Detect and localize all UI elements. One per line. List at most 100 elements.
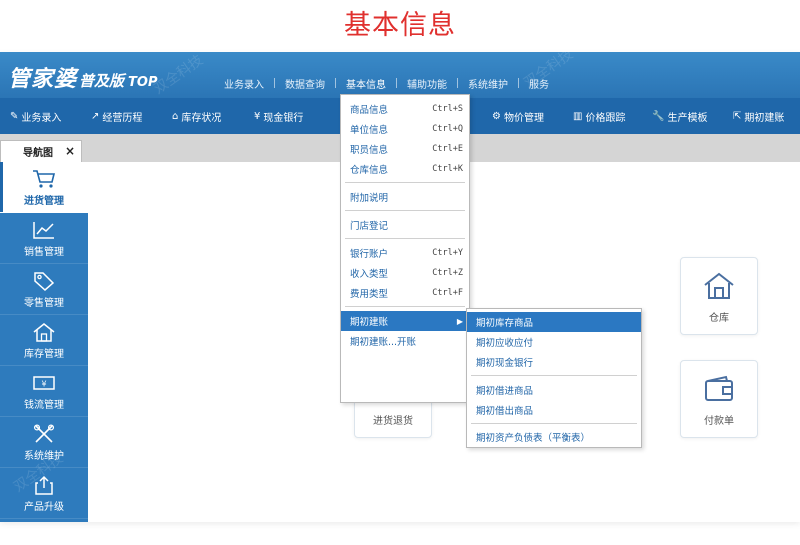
- close-icon[interactable]: ×: [65, 144, 75, 158]
- submenu-item-borrowed-in[interactable]: 期初借进商品: [467, 380, 641, 400]
- brand-logo: 管家婆 普及版 TOP: [8, 61, 157, 93]
- shortcut-label: Ctrl+E: [432, 144, 463, 154]
- yen-icon: ¥: [254, 111, 261, 122]
- menu-item-product-info[interactable]: 商品信息 Ctrl+S: [341, 99, 469, 119]
- line-chart-icon: [31, 219, 57, 241]
- watermark: 双全科技: [151, 52, 207, 98]
- menu-item-label: 商品信息: [350, 105, 389, 116]
- menu-item-additional-notes[interactable]: 附加说明: [341, 187, 469, 207]
- home-icon: ⌂: [172, 111, 179, 122]
- sidebar-item-label: 库存管理: [24, 348, 64, 360]
- sidebar-item-purchase[interactable]: 进货管理: [0, 162, 88, 213]
- menu-item-opening-accounts[interactable]: 期初建账 ▶: [341, 311, 469, 331]
- sidebar-item-inventory[interactable]: 库存管理: [0, 315, 88, 366]
- menu-item-label: 职员信息: [350, 145, 389, 156]
- brand-edition: 普及版: [79, 72, 125, 90]
- card-label: 进货退货: [373, 415, 413, 427]
- house-icon: [31, 321, 57, 343]
- shortcut-label: Ctrl+Z: [432, 268, 463, 278]
- toolbar-label: 生产模板: [667, 113, 708, 124]
- toolbar-production-template[interactable]: 🔧 生产模板: [652, 109, 707, 124]
- menu-item-label: 单位信息: [350, 125, 389, 136]
- toolbar-label: 期初建账: [744, 113, 785, 124]
- sidebar-item-label: 系统维护: [24, 450, 64, 462]
- shortcut-label: Ctrl+S: [432, 104, 463, 114]
- card-payment-voucher[interactable]: 付款单: [680, 360, 758, 438]
- banknote-icon: ¥: [31, 372, 57, 394]
- sidebar-item-upgrade[interactable]: 产品升级: [0, 468, 88, 519]
- menu-item-warehouse-info[interactable]: 仓库信息 Ctrl+K: [341, 159, 469, 179]
- submenu-item-opening-cash-bank[interactable]: 期初现金银行: [467, 352, 641, 372]
- menu-data-query[interactable]: 数据查询: [275, 76, 335, 91]
- toolbar-label: 业务录入: [21, 113, 62, 124]
- title-bar: 双全科技 双全科技 管家婆 普及版 TOP 业务录入 数据查询 基本信息 辅助功…: [0, 52, 800, 98]
- toolbar-history[interactable]: ↗ 经营历程: [91, 109, 142, 124]
- menu-item-staff-info[interactable]: 职员信息 Ctrl+E: [341, 139, 469, 159]
- export-icon: ⇱: [733, 111, 742, 122]
- menu-business-entry[interactable]: 业务录入: [214, 76, 274, 91]
- brand-main: 管家婆: [8, 67, 78, 92]
- sidebar-item-label: 钱流管理: [24, 399, 64, 411]
- menu-item-store-registration[interactable]: 门店登记: [341, 215, 469, 235]
- menu-item-label: 仓库信息: [350, 165, 389, 176]
- card-warehouse[interactable]: 仓库: [680, 257, 758, 335]
- toolbar-stock-status[interactable]: ⌂ 库存状况: [172, 109, 221, 124]
- menu-separator: [345, 306, 465, 307]
- opening-accounts-submenu: 期初库存商品 期初应收应付 期初现金银行 期初借进商品 期初借出商品 期初资产负…: [466, 308, 642, 448]
- toolbar-price-tracking[interactable]: ▥ 价格跟踪: [573, 109, 625, 124]
- trend-icon: ↗: [91, 111, 100, 122]
- app-window: 双全科技 双全科技 管家婆 普及版 TOP 业务录入 数据查询 基本信息 辅助功…: [0, 52, 800, 522]
- submenu-item-opening-receivables[interactable]: 期初应收应付: [467, 332, 641, 352]
- menu-separator: [345, 182, 465, 183]
- menu-item-label: 银行账户: [350, 249, 389, 260]
- menu-item-label: 收入类型: [350, 269, 389, 280]
- sidebar-item-cashflow[interactable]: ¥ 钱流管理: [0, 366, 88, 417]
- toolbar-label: 库存状况: [181, 113, 222, 124]
- brand-top: TOP: [128, 75, 158, 90]
- basic-info-dropdown: 商品信息 Ctrl+S 单位信息 Ctrl+Q 职员信息 Ctrl+E 仓库信息 Ctr…: [340, 94, 470, 403]
- menu-item-expense-type[interactable]: 费用类型 Ctrl+F: [341, 283, 469, 303]
- menu-item-opening-accounts-start[interactable]: 期初建账...开账: [341, 331, 469, 351]
- shortcut-label: Ctrl+K: [432, 164, 463, 174]
- menu-item-label: 费用类型: [350, 289, 389, 300]
- sidebar-item-retail[interactable]: 零售管理: [0, 264, 88, 315]
- wrench-icon: 🔧: [652, 111, 665, 122]
- cart-icon: [31, 168, 57, 190]
- shortcut-label: Ctrl+Y: [432, 248, 463, 258]
- bar-chart-icon: ▥: [573, 111, 583, 122]
- sidebar-item-system[interactable]: 系统维护: [0, 417, 88, 468]
- submenu-item-balance-sheet[interactable]: 期初资产负债表（平衡表）: [467, 427, 641, 447]
- shortcut-label: Ctrl+F: [432, 288, 463, 298]
- tools-icon: [31, 423, 57, 445]
- menu-basic-info[interactable]: 基本信息: [336, 76, 396, 91]
- toolbar-label: 现金银行: [263, 113, 304, 124]
- menu-separator: [345, 210, 465, 211]
- sidebar-item-label: 零售管理: [24, 297, 64, 309]
- toolbar-cash-bank[interactable]: ¥ 现金银行: [254, 109, 303, 124]
- submenu-arrow-icon: ▶: [456, 316, 463, 326]
- menu-item-income-type[interactable]: 收入类型 Ctrl+Z: [341, 263, 469, 283]
- card-label: 付款单: [704, 415, 734, 427]
- sidebar-item-label: 销售管理: [24, 246, 64, 258]
- submenu-item-opening-stock[interactable]: 期初库存商品: [467, 312, 641, 332]
- menu-service[interactable]: 服务: [519, 76, 559, 91]
- sidebar-item-label: 产品升级: [24, 501, 64, 513]
- tab-navigation-map[interactable]: 导航图 ×: [0, 140, 82, 162]
- toolbar-opening-accounts[interactable]: ⇱ 期初建账: [733, 109, 784, 124]
- menu-item-label: 附加说明: [350, 193, 389, 204]
- sidebar-item-sales[interactable]: 销售管理: [0, 213, 88, 264]
- toolbar-label: 经营历程: [102, 113, 143, 124]
- menu-auxiliary[interactable]: 辅助功能: [397, 76, 457, 91]
- submenu-item-lent-out[interactable]: 期初借出商品: [467, 400, 641, 420]
- gear-icon: ⚙: [492, 111, 501, 122]
- toolbar-business-entry[interactable]: ✎ 业务录入: [10, 109, 61, 124]
- svg-text:¥: ¥: [41, 379, 46, 388]
- menu-item-bank-account[interactable]: 银行账户 Ctrl+Y: [341, 243, 469, 263]
- wallet-icon: [699, 372, 739, 406]
- menu-system-maintenance[interactable]: 系统维护: [458, 76, 518, 91]
- menu-item-label: 门店登记: [350, 221, 389, 232]
- page-caption: 基本信息: [344, 10, 456, 41]
- menu-separator: [345, 238, 465, 239]
- menu-item-unit-info[interactable]: 单位信息 Ctrl+Q: [341, 119, 469, 139]
- toolbar-price-management[interactable]: ⚙ 物价管理: [492, 109, 544, 124]
